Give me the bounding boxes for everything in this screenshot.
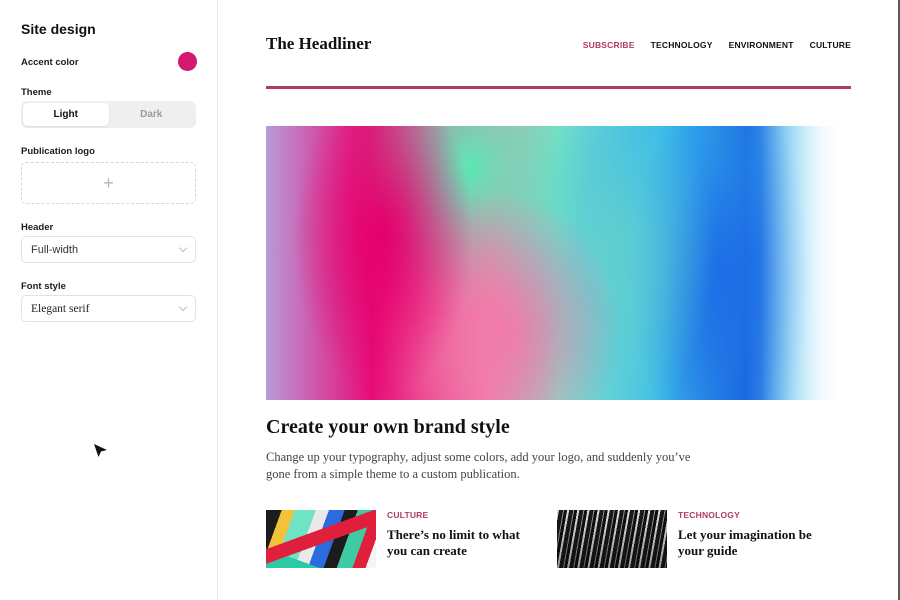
- card-thumbnail-abstract-shapes[interactable]: [266, 510, 376, 568]
- mouse-pointer-icon: [94, 444, 107, 457]
- publication-logo-label: Publication logo: [21, 146, 95, 157]
- article-card[interactable]: TECHNOLOGY Let your imagination be your …: [557, 510, 828, 568]
- theme-toggle: Light Dark: [21, 101, 196, 128]
- header-label: Header: [21, 222, 54, 233]
- site-preview: The Headliner SUBSCRIBE TECHNOLOGY ENVIR…: [219, 0, 898, 600]
- card-title[interactable]: There’s no limit to what you can create: [387, 527, 537, 559]
- article-dek: Change up your typography, adjust some c…: [266, 450, 691, 481]
- font-style-select-value: Elegant serif: [31, 302, 90, 315]
- site-nav: SUBSCRIBE TECHNOLOGY ENVIRONMENT CULTURE: [583, 40, 851, 50]
- nav-environment[interactable]: ENVIRONMENT: [729, 40, 794, 50]
- plus-icon: +: [103, 172, 114, 193]
- article-card[interactable]: CULTURE There’s no limit to what you can…: [266, 510, 537, 568]
- card-category[interactable]: TECHNOLOGY: [678, 510, 828, 520]
- logo-upload-dropzone[interactable]: +: [21, 162, 196, 204]
- theme-light-option[interactable]: Light: [23, 103, 109, 126]
- header-select-value: Full-width: [31, 243, 79, 256]
- nav-technology[interactable]: TECHNOLOGY: [651, 40, 713, 50]
- font-style-select[interactable]: Elegant serif: [21, 295, 196, 322]
- hero-image[interactable]: [266, 126, 851, 400]
- chevron-down-icon: [178, 302, 188, 312]
- theme-label: Theme: [21, 87, 52, 98]
- font-style-label: Font style: [21, 281, 66, 292]
- card-category[interactable]: CULTURE: [387, 510, 537, 520]
- sidebar-title: Site design: [21, 21, 96, 37]
- site-title[interactable]: The Headliner: [266, 34, 371, 54]
- header-select[interactable]: Full-width: [21, 236, 196, 263]
- accent-color-swatch[interactable]: [178, 52, 197, 71]
- site-design-sidebar: Site design Accent color Theme Light Dar…: [0, 0, 218, 600]
- card-title[interactable]: Let your imagination be your guide: [678, 527, 828, 559]
- article-headline[interactable]: Create your own brand style: [266, 416, 510, 439]
- theme-dark-option[interactable]: Dark: [109, 103, 195, 126]
- header-accent-rule: [266, 86, 851, 89]
- chevron-down-icon: [178, 243, 188, 253]
- card-thumbnail-light-streaks[interactable]: [557, 510, 667, 568]
- nav-culture[interactable]: CULTURE: [810, 40, 851, 50]
- accent-color-label: Accent color: [21, 57, 79, 68]
- nav-subscribe[interactable]: SUBSCRIBE: [583, 40, 635, 50]
